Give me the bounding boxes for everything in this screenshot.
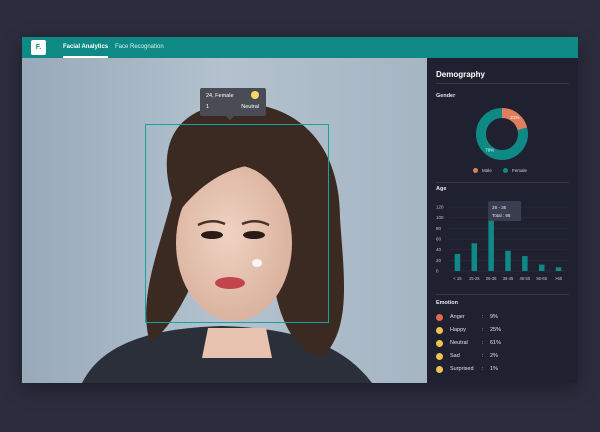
- y-tick-label: 40: [436, 247, 442, 252]
- emotion-row-surprised: Surprised : 1%: [436, 364, 498, 374]
- emotion-value: 1%: [490, 366, 498, 372]
- legend-female: Female: [503, 168, 527, 173]
- pie-label-female: 79%: [485, 147, 494, 152]
- emotion-value: 2%: [490, 353, 498, 359]
- gender-label: Gender: [436, 93, 456, 99]
- emotion-row-sad: Sad : 2%: [436, 351, 498, 361]
- tooltip-box: [488, 201, 522, 221]
- face-tooltip: 24, Female 1 Neutral: [200, 88, 266, 120]
- separator: :: [482, 353, 484, 359]
- age-bar-tooltip: 26 - 35 Total : 98: [488, 201, 522, 221]
- emotion-label: Emotion: [436, 300, 458, 306]
- y-tick-label: 20: [436, 258, 442, 263]
- age-bar[interactable]: [488, 218, 494, 271]
- x-tick-label: 36-45: [503, 276, 514, 281]
- emotion-row-happy: Happy : 25%: [436, 325, 501, 335]
- age-bar-chart: 120 100 80 60 40 20 0 < 15 15-25 26-35 36-45 46-55 5…: [436, 201, 567, 281]
- divider: [436, 83, 569, 84]
- tooltip-face-id: 1: [206, 104, 210, 110]
- divider: [436, 294, 569, 295]
- tab-facial-analytics[interactable]: Facial Analytics: [63, 37, 109, 58]
- y-tick-label: 80: [436, 226, 442, 231]
- demography-panel: Demography Gender 21% 79% Male Female Age…: [427, 58, 578, 383]
- happy-emoji-icon: [436, 326, 443, 334]
- tooltip-emotion: Neutral: [241, 104, 259, 110]
- x-tick-label: >65: [555, 276, 563, 281]
- tooltip-category: 26 - 35: [492, 205, 507, 210]
- age-bar[interactable]: [471, 243, 478, 271]
- app-logo[interactable]: F.: [31, 40, 46, 55]
- sad-emoji-icon: [436, 352, 443, 360]
- tab-face-recognation[interactable]: Face Recognation: [115, 37, 164, 58]
- legend-male-label: Male: [482, 168, 492, 173]
- y-tick-label: 60: [436, 237, 442, 242]
- neutral-emoji-icon: [436, 339, 443, 347]
- emotion-row-neutral: Neutral : 61%: [436, 338, 501, 348]
- top-nav-bar: F. Facial Analytics Face Recognation: [22, 37, 578, 58]
- x-tick-label: 26-35: [486, 276, 497, 281]
- neutral-emoji-icon: [251, 91, 259, 99]
- age-bar[interactable]: [454, 253, 461, 271]
- age-bar[interactable]: [505, 250, 511, 271]
- emotion-name: Happy: [450, 327, 466, 333]
- emotion-name: Anger: [450, 314, 465, 320]
- legend-female-label: Female: [512, 168, 528, 173]
- face-detection-box[interactable]: [145, 124, 329, 323]
- x-tick-label: 46-55: [519, 276, 530, 281]
- x-tick-label: 56-65: [536, 276, 547, 281]
- emotion-value: 61%: [490, 340, 502, 346]
- age-bar[interactable]: [538, 264, 545, 271]
- anger-emoji-icon: [436, 313, 443, 321]
- age-label: Age: [436, 186, 447, 192]
- x-tick-label: 15-25: [469, 276, 480, 281]
- emotion-name: Surprised: [450, 366, 474, 372]
- emotion-value: 9%: [490, 314, 498, 320]
- divider: [436, 182, 569, 183]
- separator: :: [482, 314, 484, 320]
- x-tick-label: < 15: [453, 276, 462, 281]
- separator: :: [482, 327, 484, 333]
- emotion-row-anger: Anger : 9%: [436, 312, 498, 322]
- surprised-emoji-icon: [436, 365, 443, 373]
- analyzed-photo: 24, Female 1 Neutral: [22, 58, 427, 383]
- emotion-name: Neutral: [450, 340, 468, 346]
- female-dot-icon: [503, 168, 508, 173]
- separator: :: [482, 366, 484, 372]
- legend-male: Male: [473, 168, 492, 173]
- emotion-name: Sad: [450, 353, 460, 359]
- gender-donut-chart: 21% 79%: [476, 108, 528, 160]
- app-window: F. Facial Analytics Face Recognation 24,…: [22, 37, 578, 383]
- male-dot-icon: [473, 168, 478, 173]
- emotion-value: 25%: [490, 327, 502, 333]
- panel-title: Demography: [436, 70, 485, 79]
- tooltip-age-gender: 24, Female: [206, 93, 234, 99]
- y-tick-label: 120: [436, 205, 444, 210]
- y-tick-label: 0: [436, 269, 439, 274]
- pie-label-male: 21%: [510, 115, 519, 120]
- age-bar[interactable]: [522, 256, 528, 271]
- age-bar[interactable]: [555, 267, 562, 271]
- tooltip-total: Total : 98: [492, 213, 511, 218]
- y-tick-label: 100: [436, 215, 444, 220]
- separator: :: [482, 340, 484, 346]
